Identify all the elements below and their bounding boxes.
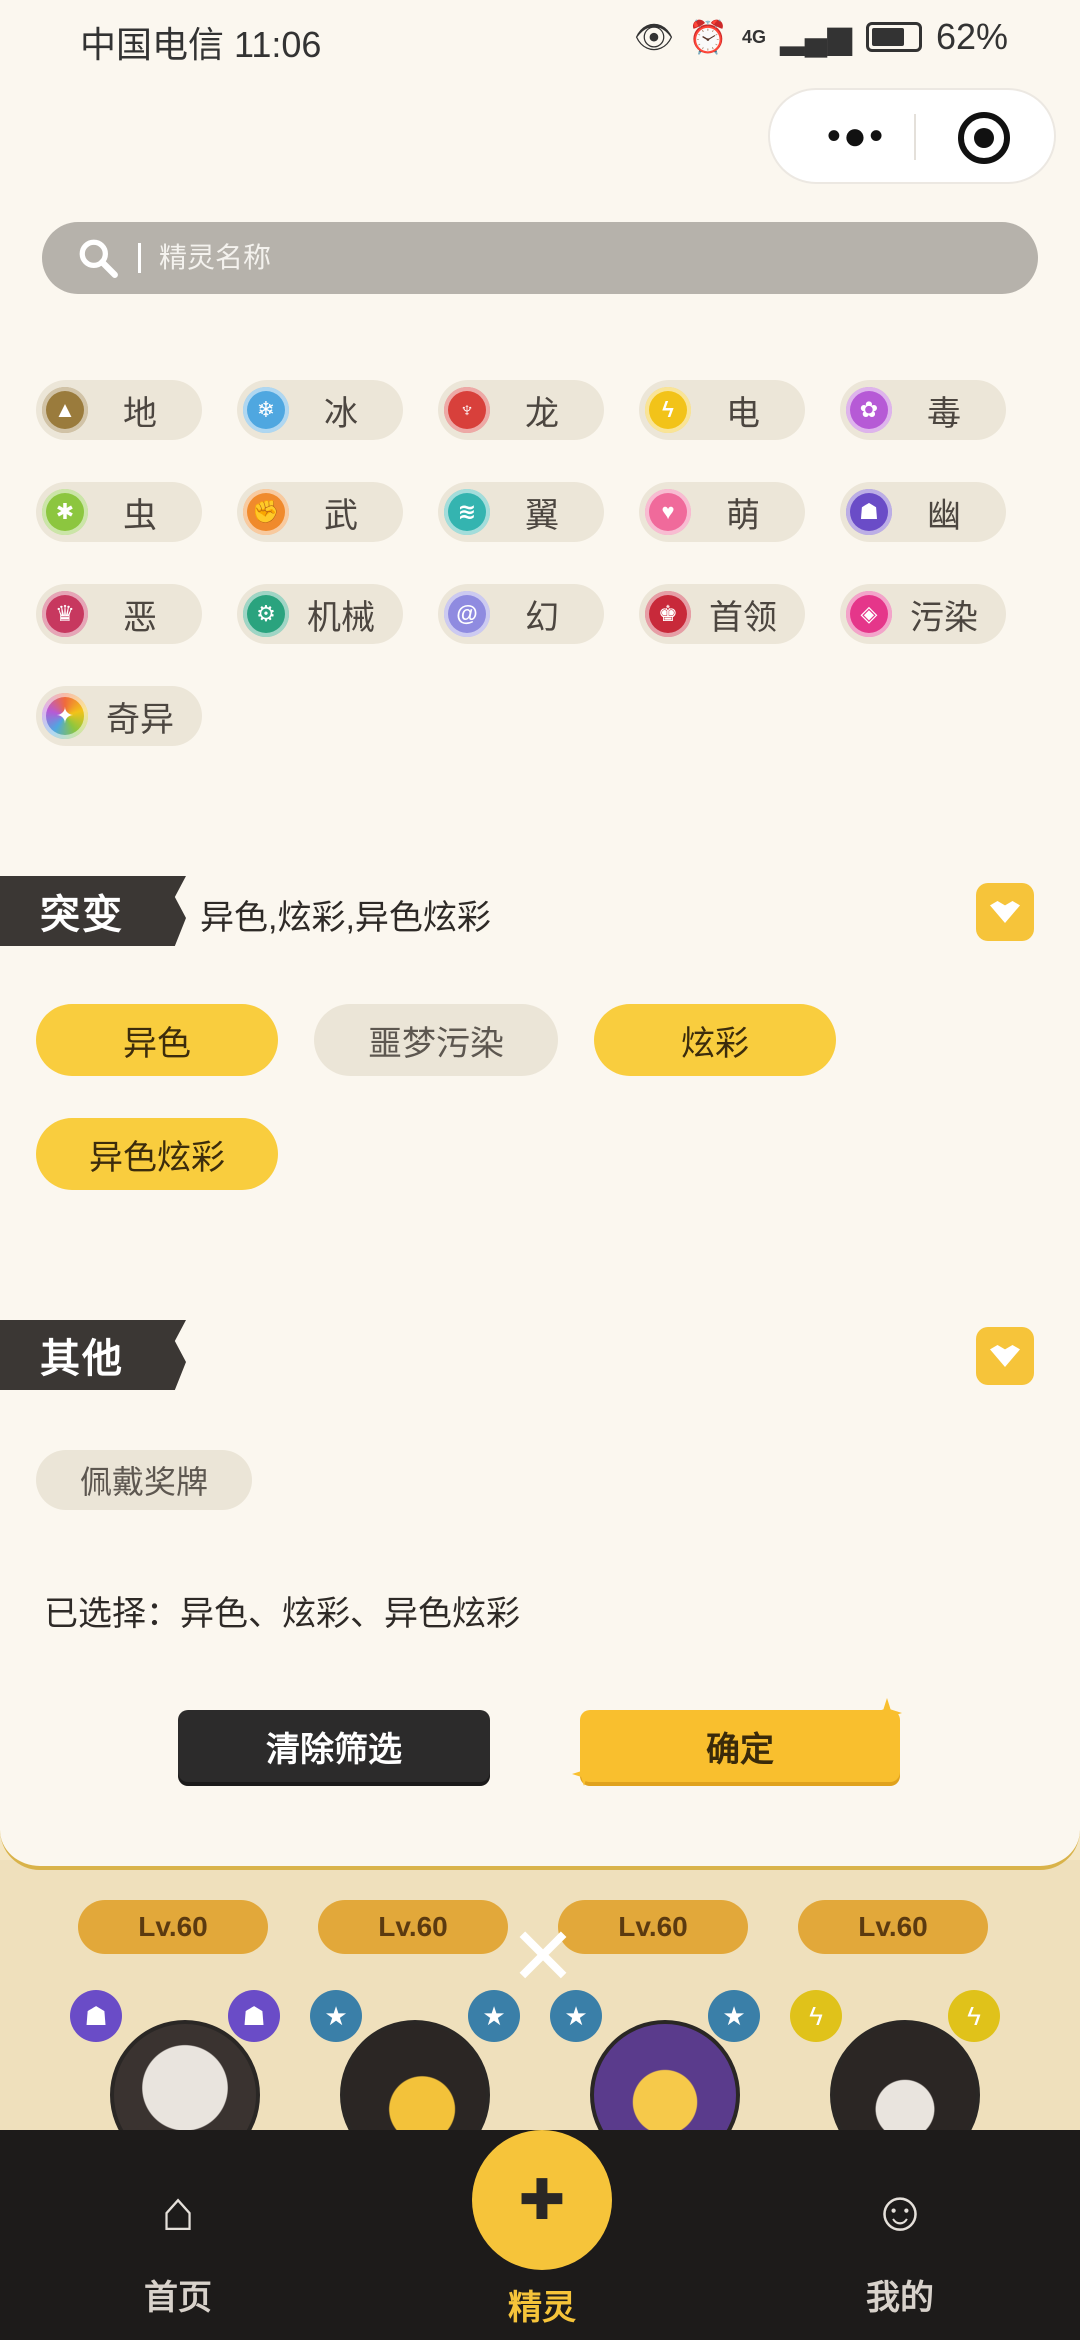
- status-bar: 中国电信 11:06 👁 ⏰ 4G ▂▄▆ 62%: [0, 0, 1080, 76]
- type-chip-mechanical[interactable]: ⚙ 机械: [237, 584, 403, 644]
- type-chip-cute[interactable]: ♥ 萌: [639, 482, 805, 542]
- type-chip-evil[interactable]: ♛ 恶: [36, 584, 202, 644]
- wing-icon: ≋: [444, 489, 490, 535]
- type-chip-wing[interactable]: ≋ 翼: [438, 482, 604, 542]
- search-bar[interactable]: [42, 222, 1038, 294]
- gear-icon: ⚙: [243, 591, 289, 637]
- capsule-divider: [914, 114, 916, 160]
- mutation-option-shiny[interactable]: 异色: [36, 1004, 278, 1076]
- backpack-icon: ✚: [472, 2130, 612, 2270]
- clear-filter-button[interactable]: 清除筛选: [178, 1710, 490, 1782]
- type-chip-electric[interactable]: ϟ 电: [639, 380, 805, 440]
- type-chip-earth[interactable]: ▲ 地: [36, 380, 202, 440]
- mutation-option-dazzle[interactable]: 炫彩: [594, 1004, 836, 1076]
- star-badge-icon: ★: [708, 1990, 760, 2042]
- network-label: 4G: [742, 26, 767, 47]
- nav-sprite[interactable]: ✚ 精灵: [442, 2130, 642, 2329]
- chevron-down-icon: [990, 901, 1020, 923]
- filter-sheet: 中国电信 11:06 👁 ⏰ 4G ▂▄▆ 62% •●• ▲ 地: [0, 0, 1080, 1870]
- text-caret: [138, 243, 141, 273]
- type-chip-poison[interactable]: ✿ 毒: [840, 380, 1006, 440]
- star-badge-icon: ★: [310, 1990, 362, 2042]
- ghost-icon: ☗: [846, 489, 892, 535]
- type-chip-dragon[interactable]: ♆ 龙: [438, 380, 604, 440]
- mutation-section-title: 突变: [0, 876, 186, 946]
- battery-icon: [865, 22, 922, 52]
- mutation-selected-value: 异色,炫彩,异色炫彩: [200, 899, 491, 937]
- type-chip-fighting[interactable]: ✊ 武: [237, 482, 403, 542]
- search-icon: [68, 228, 128, 288]
- level-badge: Lv.60: [798, 1900, 988, 1954]
- bug-icon: ✱: [42, 489, 88, 535]
- lightning-icon: ϟ: [790, 1990, 842, 2042]
- mutation-option-shiny-dazzle[interactable]: 异色炫彩: [36, 1118, 278, 1190]
- mountain-icon: ▲: [42, 387, 88, 433]
- carrier-label: 中国电信: [80, 24, 225, 65]
- type-chip-pollution[interactable]: ◈ 污染: [840, 584, 1006, 644]
- level-badge: Lv.60: [558, 1900, 748, 1954]
- type-chip-strange[interactable]: ✦ 奇异: [36, 686, 202, 746]
- signal-icon: ▂▄▆: [780, 19, 852, 55]
- type-chip-bug[interactable]: ✱ 虫: [36, 482, 202, 542]
- crown-icon: ♚: [645, 591, 691, 637]
- pollution-icon: ◈: [846, 591, 892, 637]
- heart-icon: ♥: [645, 489, 691, 535]
- type-chip-ice[interactable]: ❄ 冰: [237, 380, 403, 440]
- lightning-icon: ϟ: [948, 1990, 1000, 2042]
- swirl-icon: @: [444, 591, 490, 637]
- search-input[interactable]: [159, 242, 859, 274]
- poison-icon: ✿: [846, 387, 892, 433]
- other-collapse-toggle[interactable]: [976, 1327, 1034, 1385]
- profile-icon: ☺: [871, 2178, 929, 2242]
- nav-home[interactable]: ⌂ 首页: [78, 2160, 278, 2319]
- nav-mine-label: 我的: [866, 2279, 934, 2317]
- type-chip-ghost[interactable]: ☗ 幽: [840, 482, 1006, 542]
- ghost-type-icon: ☗: [70, 1990, 122, 2042]
- dragon-icon: ♆: [444, 387, 490, 433]
- lightning-icon: ϟ: [645, 387, 691, 433]
- type-chip-boss[interactable]: ♚ 首领: [639, 584, 805, 644]
- nav-sprite-label: 精灵: [508, 2289, 576, 2327]
- other-option-medal[interactable]: 佩戴奖牌: [36, 1450, 252, 1510]
- selected-summary: 已选择：异色、炫彩、异色炫彩: [44, 1595, 520, 1633]
- time-label: 11:06: [234, 24, 322, 65]
- close-icon[interactable]: ✕: [508, 1917, 578, 1997]
- alarm-icon: ⏰: [688, 19, 729, 55]
- type-chip-illusion[interactable]: @ 幻: [438, 584, 604, 644]
- level-badge: Lv.60: [318, 1900, 508, 1954]
- home-icon: ⌂: [161, 2178, 195, 2242]
- chevron-down-icon: [990, 1345, 1020, 1367]
- level-badge: Lv.60: [78, 1900, 268, 1954]
- nav-mine[interactable]: ☺ 我的: [800, 2160, 1000, 2319]
- ghost-type-icon: ☗: [228, 1990, 280, 2042]
- confirm-button[interactable]: 确定: [580, 1710, 900, 1782]
- eye-icon: 👁: [633, 19, 675, 55]
- fist-icon: ✊: [243, 489, 289, 535]
- battery-label: 62%: [935, 16, 1008, 57]
- mutation-option-nightmare[interactable]: 噩梦污染: [314, 1004, 558, 1076]
- miniprogram-capsule: •●•: [768, 88, 1056, 184]
- more-dots-icon[interactable]: •●•: [806, 90, 906, 182]
- other-section-title: 其他: [0, 1320, 186, 1390]
- demon-icon: ♛: [42, 591, 88, 637]
- mutation-collapse-toggle[interactable]: [976, 883, 1034, 941]
- snowflake-icon: ❄: [243, 387, 289, 433]
- rainbow-icon: ✦: [42, 693, 88, 739]
- nav-home-label: 首页: [144, 2279, 212, 2317]
- target-circle-icon[interactable]: [958, 112, 1010, 164]
